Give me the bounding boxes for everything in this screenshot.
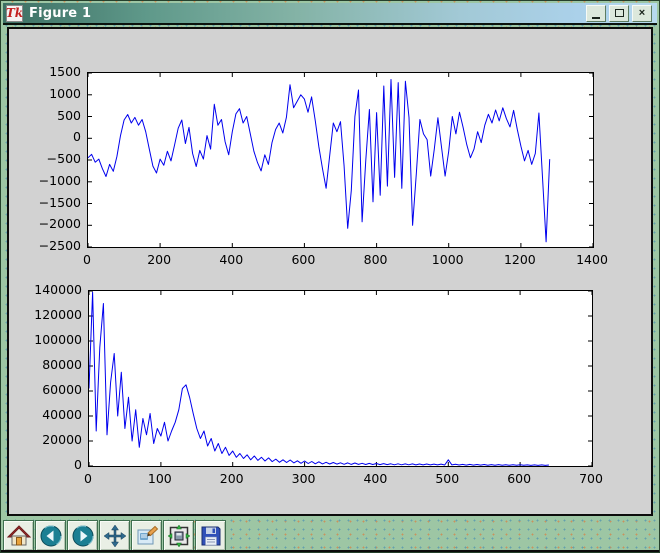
back-arrow-icon: [39, 524, 63, 548]
x-tick-label: 300: [272, 471, 336, 486]
y-tick-label: −1000: [17, 173, 81, 188]
x-tick-label: 500: [415, 471, 479, 486]
pan-button[interactable]: [99, 520, 130, 551]
minimize-button[interactable]: [586, 5, 606, 22]
y-tick-label: −500: [17, 151, 81, 166]
maximize-icon: [615, 9, 624, 17]
x-tick-label: 1400: [560, 252, 624, 267]
x-tick-label: 1000: [416, 252, 480, 267]
y-tick-label: −2000: [17, 216, 81, 231]
x-tick-label: 400: [199, 252, 263, 267]
back-button[interactable]: [35, 520, 66, 551]
save-button[interactable]: [195, 520, 226, 551]
close-button[interactable]: ×: [632, 5, 652, 22]
y-tick-label: 500: [17, 108, 81, 123]
x-tick-label: 800: [344, 252, 408, 267]
x-tick-label: 700: [559, 471, 623, 486]
y-tick-label: 100000: [18, 332, 82, 347]
navigation-toolbar: [3, 520, 226, 551]
y-tick-label: 0: [17, 129, 81, 144]
forward-button[interactable]: [67, 520, 98, 551]
y-tick-label: 1500: [17, 64, 81, 79]
bottom-plot-axes[interactable]: [88, 290, 593, 467]
y-tick-label: 60000: [18, 382, 82, 397]
x-tick-label: 0: [56, 471, 120, 486]
home-button[interactable]: [3, 520, 34, 551]
x-tick-label: 200: [200, 471, 264, 486]
plot-svg: [88, 73, 593, 247]
configure-subplots-icon: [167, 524, 191, 548]
titlebar[interactable]: Tk Figure 1 ×: [3, 3, 657, 25]
x-tick-label: 100: [128, 471, 192, 486]
y-tick-label: 120000: [18, 307, 82, 322]
forward-arrow-icon: [71, 524, 95, 548]
y-tick-label: 20000: [18, 432, 82, 447]
zoom-to-rect-button[interactable]: [131, 520, 162, 551]
figure-window: Tk Figure 1 × 02004006008001000120014001…: [0, 0, 660, 553]
tk-logo-icon: Tk: [6, 5, 23, 22]
y-tick-label: 80000: [18, 357, 82, 372]
x-tick-label: 1200: [488, 252, 552, 267]
y-tick-label: −1500: [17, 195, 81, 210]
x-tick-label: 0: [55, 252, 119, 267]
data-line: [89, 292, 549, 465]
home-icon: [7, 524, 31, 548]
x-tick-label: 600: [271, 252, 335, 267]
y-tick-label: −2500: [17, 238, 81, 253]
x-tick-label: 600: [487, 471, 551, 486]
x-tick-label: 200: [127, 252, 191, 267]
plot-svg: [89, 291, 592, 466]
window-title: Figure 1: [29, 6, 91, 21]
close-icon: ×: [639, 8, 645, 19]
top-plot-axes[interactable]: [87, 72, 594, 248]
minimize-icon: [592, 17, 600, 19]
window-bottom-edge: [1, 550, 659, 552]
configure-subplots-button[interactable]: [163, 520, 194, 551]
zoom-rect-pencil-icon: [135, 524, 159, 548]
y-tick-label: 0: [18, 457, 82, 472]
y-tick-label: 40000: [18, 407, 82, 422]
window-controls: ×: [586, 5, 657, 22]
x-tick-label: 400: [343, 471, 407, 486]
save-floppy-icon: [199, 524, 223, 548]
maximize-button[interactable]: [609, 5, 629, 22]
y-tick-label: 1000: [17, 86, 81, 101]
data-line: [88, 80, 550, 242]
y-tick-label: 140000: [18, 282, 82, 297]
figure-canvas[interactable]: 0200400600800100012001400150010005000−50…: [7, 27, 653, 516]
pan-arrows-icon: [103, 524, 127, 548]
